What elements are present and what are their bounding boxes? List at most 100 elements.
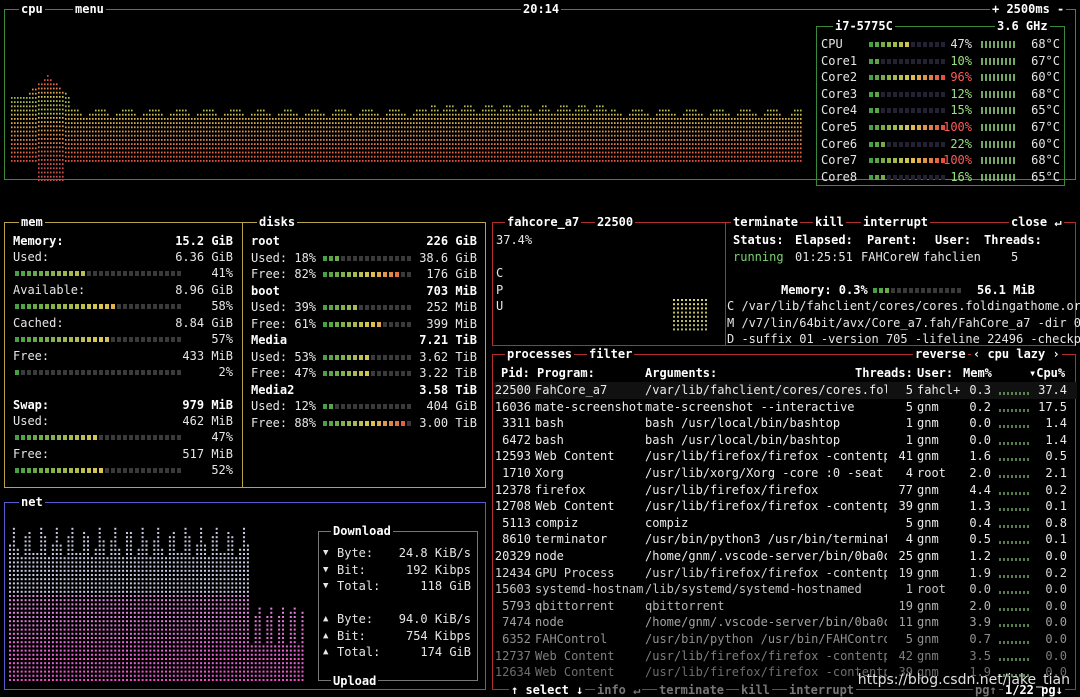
core-usage-bar	[869, 58, 947, 64]
net-stat-label: Total:	[337, 645, 381, 659]
core-percent: 10%	[950, 53, 972, 68]
core-percent: 22%	[950, 136, 972, 151]
reverse-button[interactable]: reverse	[913, 347, 968, 361]
process-threads-cell: 5	[905, 383, 913, 397]
process-row[interactable]: 5113 compiz compiz 5 gnm 0.4 0.8	[493, 515, 1077, 532]
mem-row-label: Cached:	[13, 316, 64, 330]
mem-percent: 57%	[211, 332, 233, 346]
process-user-cell: root	[917, 582, 946, 597]
process-cpu-cell: 1.4	[1045, 416, 1067, 431]
program-column-header[interactable]: Program:	[537, 365, 595, 382]
process-row[interactable]: 16036 mate-screenshot mate-screenshot --in…	[493, 399, 1077, 416]
process-threads-cell: 19	[898, 598, 913, 613]
process-row[interactable]: 1710 Xorg/usr/lib/xorg/Xorg -core :0 -sea…	[493, 465, 1077, 482]
net-stat-label: Byte:	[337, 612, 374, 626]
process-cpu-graph	[999, 607, 1031, 611]
process-args-cell: /home/gnm/.vscode-server/bin/0ba0ca	[645, 615, 887, 630]
process-threads-cell: 4	[905, 466, 913, 480]
mem-row: Free: 433 MiB	[5, 348, 241, 364]
cmdline-line-3: D -suffix 01 -version 705 -lifeline 2249…	[727, 332, 1080, 346]
process-cpu-graph	[999, 508, 1031, 512]
process-row[interactable]: 12737 Web Content/usr/lib/firefox/firefox…	[493, 648, 1077, 665]
sort-selector[interactable]: ‹ cpu lazy ›	[971, 347, 1062, 361]
info-button[interactable]: info ↵	[595, 683, 643, 697]
process-row[interactable]: 6472 bash bash /usr/local/bin/bashtop 1 gnm 0…	[493, 432, 1077, 449]
process-program-cell: compiz	[535, 515, 579, 530]
select-control[interactable]: ↑ select ↓	[509, 683, 586, 697]
interrupt-button[interactable]: interrupt	[861, 215, 931, 229]
process-cpu-graph	[999, 624, 1031, 628]
disk-title-row: root 226 GiB	[245, 233, 485, 249]
terminate-button[interactable]: terminate	[731, 215, 801, 229]
process-program-cell: Web Content	[535, 648, 615, 663]
footer-terminate-button[interactable]: terminate	[657, 683, 727, 697]
process-row[interactable]: 8610 terminator/usr/bin/python3 /usr/bin/…	[493, 531, 1077, 548]
core-percent: 16%	[950, 169, 972, 184]
process-user-cell: gnm	[917, 449, 939, 464]
threads-value: 5	[1011, 250, 1019, 264]
process-pid-cell: 8610	[502, 532, 531, 547]
process-detail-box: fahcore_a7 22500 terminate kill interrup…	[492, 215, 1080, 346]
cpu-column-header[interactable]: ▾Cpu%	[1029, 365, 1065, 382]
process-pid-cell: 16036	[494, 399, 531, 414]
core-temp-graph	[981, 57, 1015, 65]
threads-column-header[interactable]: Threads:	[855, 365, 913, 382]
mem-column-header[interactable]: Mem%	[963, 365, 992, 382]
core-temperature: 68°C	[1031, 37, 1060, 51]
net-stat-value: 24.8 KiB/s	[398, 546, 471, 560]
process-cpu-cell: 2.1	[1045, 466, 1067, 480]
disk-usage-label: Used: 39%	[251, 300, 317, 314]
process-cpu-graph	[999, 574, 1031, 578]
process-row[interactable]: 6352 FAHControl/usr/bin/python /usr/bin/F…	[493, 631, 1077, 648]
process-row[interactable]: 5793 qbittorrent qbittorrent 19 gnm 2.0 0.0	[493, 598, 1077, 615]
user-column-header[interactable]: User:	[917, 365, 953, 382]
mem-row-label: Used:	[13, 414, 50, 428]
process-row[interactable]: 20329 node/home/gnm/.vscode-server/bin/0b…	[493, 548, 1077, 565]
update-interval[interactable]: + 2500ms -	[990, 2, 1067, 16]
detail-cpu-graph	[673, 299, 707, 331]
process-row[interactable]: 12593 Web Content/usr/lib/firefox/firefox…	[493, 448, 1077, 465]
mem-row-value: 979 MiB	[182, 398, 233, 412]
process-row[interactable]: 3311 bash bash /usr/local/bin/bashtop 1 gnm 0…	[493, 415, 1077, 432]
process-row[interactable]: 22500 FahCore_a7/var/lib/fahclient/cores/…	[493, 382, 1077, 399]
pid-column-header[interactable]: Pid:	[501, 365, 530, 382]
footer-interrupt-button[interactable]: interrupt	[787, 683, 857, 697]
process-threads-cell: 42	[898, 648, 913, 663]
process-row[interactable]: 12434 GPU Process/usr/lib/firefox/firefox…	[493, 565, 1077, 582]
disk-usage-value: 3.00 TiB	[419, 415, 477, 430]
detail-divider	[725, 223, 726, 345]
close-button[interactable]: close ↵	[1009, 215, 1064, 229]
core-percent: 100%	[943, 120, 972, 134]
process-row[interactable]: 12708 Web Content/usr/lib/firefox/firefox…	[493, 498, 1077, 515]
net-stat-label: Bit:	[337, 562, 366, 577]
process-row[interactable]: 15603 systemd-hostnam/lib/systemd/systemd…	[493, 581, 1077, 598]
filter-button[interactable]: filter	[587, 347, 635, 361]
process-mem-cell: 2.0	[969, 598, 991, 613]
core-name: Core2	[821, 70, 858, 85]
process-mem-cell: 0.0	[969, 582, 991, 597]
mem-bar-row: 58%	[5, 298, 241, 314]
arguments-column-header[interactable]: Arguments:	[645, 365, 717, 382]
download-stat-row: ▼ Byte: 24.8 KiB/s	[319, 545, 479, 561]
process-cpu-graph	[999, 558, 1031, 561]
process-pid-cell: 20329	[494, 549, 531, 563]
process-program-cell: bash	[535, 416, 564, 431]
footer-kill-button[interactable]: kill	[739, 683, 772, 697]
process-cpu-cell: 0.2	[1045, 482, 1067, 497]
disk-usage-bar	[323, 404, 413, 409]
process-cpu-cell: 37.4	[1038, 383, 1067, 397]
cpu-core-row: Core7 100% 68°C	[817, 152, 1066, 168]
process-row[interactable]: 7474 node/home/gnm/.vscode-server/bin/0ba…	[493, 614, 1077, 631]
net-stat-label: Byte:	[337, 546, 374, 560]
process-pid-cell: 12737	[494, 648, 531, 663]
core-usage-bar	[869, 174, 947, 180]
disk-usage-row: Used: 39% 252 MiB	[245, 299, 485, 315]
process-threads-cell: 4	[905, 532, 913, 547]
kill-button[interactable]: kill	[813, 215, 846, 229]
core-name: Core7	[821, 153, 858, 168]
process-args-cell: /usr/lib/firefox/firefox -contentpr	[645, 565, 887, 580]
process-cpu-cell: 0.0	[1045, 615, 1067, 630]
mem-row: Memory: 15.2 GiB	[5, 233, 241, 249]
process-row[interactable]: 12378 firefox/usr/lib/firefox/firefox 77 gn…	[493, 482, 1077, 499]
mem-usage-bar	[15, 468, 183, 473]
